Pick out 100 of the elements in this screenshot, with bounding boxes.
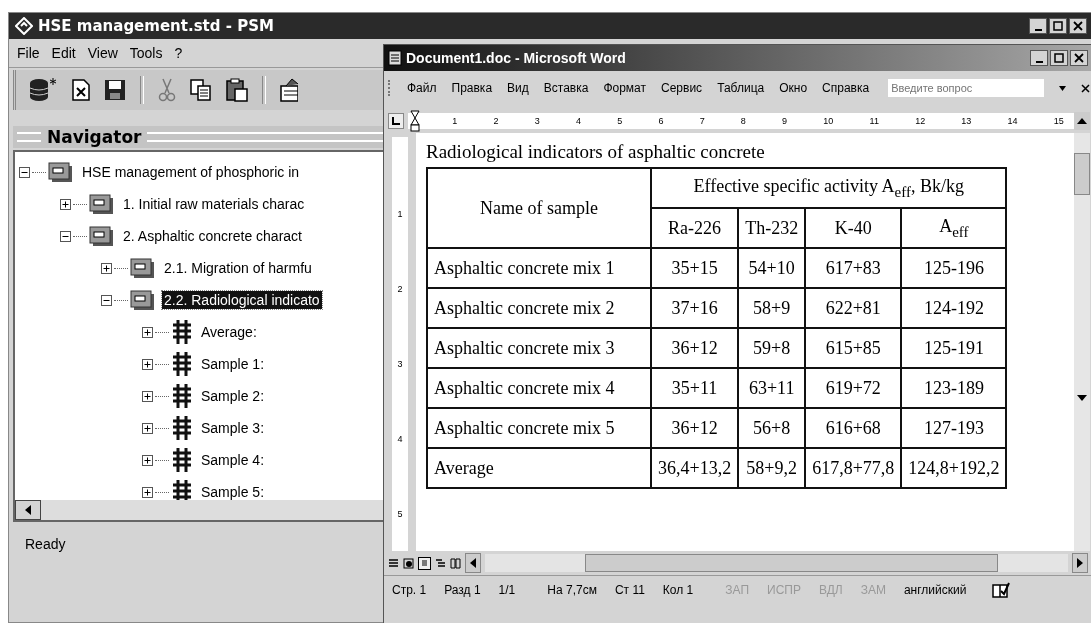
paste-icon[interactable]: [226, 78, 248, 102]
tree-item[interactable]: Sample 3:: [199, 419, 267, 437]
dropdown-arrow-icon[interactable]: [1059, 85, 1067, 91]
close-button[interactable]: [1070, 50, 1088, 66]
book-icon[interactable]: [450, 557, 461, 569]
menu-item[interactable]: Справка: [822, 81, 870, 95]
properties-icon[interactable]: [280, 78, 298, 102]
normal-view-icon[interactable]: [388, 557, 399, 569]
ruler-number: 8: [739, 116, 747, 126]
tree-item[interactable]: HSE management of phosphoric in: [80, 163, 302, 181]
maximize-button[interactable]: [1049, 18, 1067, 34]
scroll-right-button[interactable]: [1072, 553, 1088, 573]
tree-item[interactable]: Sample 1:: [199, 355, 267, 373]
expand-toggle[interactable]: [142, 358, 153, 370]
tree-item[interactable]: Sample 2:: [199, 387, 267, 405]
ruler-number: 4: [574, 116, 582, 126]
expand-toggle[interactable]: [60, 198, 71, 210]
tree-item[interactable]: 1. Initial raw materials charac: [121, 195, 307, 213]
expand-toggle[interactable]: [142, 422, 153, 434]
scroll-left-button[interactable]: [465, 553, 481, 573]
table-cell: 622+81: [805, 288, 902, 328]
ruler-number: 14: [1006, 116, 1019, 126]
tree-item[interactable]: Sample 5:: [199, 483, 267, 501]
maximize-button[interactable]: [1050, 50, 1068, 66]
menu-item[interactable]: Сервис: [661, 81, 703, 95]
outline-view-icon[interactable]: [435, 557, 446, 569]
ruler-number: 13: [960, 116, 973, 126]
collapse-toggle[interactable]: [19, 166, 30, 178]
folder-icon: [89, 192, 115, 216]
help-search-field[interactable]: Введите вопрос: [888, 79, 1045, 97]
panel-title: Navigator: [47, 127, 142, 147]
status-item: 1/1: [498, 583, 516, 597]
table-cell: 36+12: [651, 408, 739, 448]
table-cell: Asphaltic concrete mix 3: [427, 328, 651, 368]
tree-item[interactable]: 2.1. Migration of harmfu: [162, 259, 314, 277]
grid-icon: [171, 351, 193, 377]
expand-toggle[interactable]: [142, 486, 153, 498]
ruler-number: 11: [868, 116, 880, 126]
database-icon[interactable]: [28, 77, 58, 103]
expand-toggle[interactable]: [142, 390, 153, 402]
tree-item[interactable]: 2. Asphaltic concrete charact: [121, 227, 304, 245]
ruler-number: 1: [397, 209, 403, 220]
spelling-book-icon[interactable]: [992, 582, 1011, 598]
scroll-up-button[interactable]: [1074, 112, 1090, 130]
collapse-toggle[interactable]: [101, 294, 112, 306]
table-cell: 58+9: [738, 288, 806, 328]
tab-selector[interactable]: [388, 113, 404, 129]
menu-item[interactable]: Правка: [451, 81, 493, 95]
minimize-button[interactable]: [1029, 18, 1047, 34]
minimize-icon: [1035, 60, 1043, 63]
tree-item[interactable]: Average:: [199, 323, 259, 341]
collapse-toggle[interactable]: [60, 230, 71, 242]
close-icon[interactable]: [1081, 83, 1091, 93]
close-document-icon[interactable]: [72, 79, 90, 101]
table-cell: 617+83: [805, 248, 902, 288]
menu-item[interactable]: View: [87, 45, 118, 61]
menu-item[interactable]: Tools: [129, 45, 163, 61]
tree-item[interactable]: Sample 4:: [199, 451, 267, 469]
menu-item[interactable]: ?: [174, 45, 183, 61]
scroll-left-button[interactable]: [15, 500, 41, 520]
status-text: Ready: [25, 536, 66, 552]
horizontal-scrollbar[interactable]: [485, 554, 1068, 572]
minimize-button[interactable]: [1030, 50, 1048, 66]
menu-item[interactable]: Вставка: [543, 81, 589, 95]
web-view-icon[interactable]: [403, 557, 414, 569]
status-item: ЗАМ: [860, 583, 886, 597]
scissors-icon[interactable]: [158, 78, 176, 102]
table-cell: 615+85: [805, 328, 902, 368]
expand-toggle[interactable]: [101, 262, 112, 274]
table-header: Th-232: [738, 208, 806, 248]
window-title: HSE management.std - PSM: [38, 17, 274, 35]
expand-toggle[interactable]: [142, 454, 153, 466]
copy-icon[interactable]: [190, 79, 212, 101]
status-item: ИСПР: [767, 583, 801, 597]
table-header: Effective specific activity A$_{eff}$, Bk/kg: [651, 168, 1007, 208]
indent-marker-icon[interactable]: [410, 110, 420, 132]
scroll-thumb[interactable]: [585, 554, 998, 572]
menu-item[interactable]: Таблица: [717, 81, 765, 95]
ruler-number: 15: [1052, 116, 1065, 126]
down-arrow-icon: [1077, 395, 1087, 401]
vertical-scrollbar[interactable]: [1074, 133, 1090, 551]
scroll-down-button[interactable]: [1074, 395, 1090, 401]
table-cell: 125-191: [901, 328, 1007, 368]
folder-icon: [48, 160, 74, 184]
expand-toggle[interactable]: [142, 326, 153, 338]
right-arrow-icon: [1077, 558, 1083, 568]
scroll-thumb[interactable]: [1074, 153, 1090, 195]
save-icon[interactable]: [104, 79, 126, 101]
table-cell: 59+8: [738, 328, 806, 368]
menu-item[interactable]: Окно: [779, 81, 808, 95]
menu-item[interactable]: Edit: [51, 45, 76, 61]
close-button[interactable]: [1069, 18, 1087, 34]
menu-item[interactable]: Вид: [507, 81, 529, 95]
print-view-icon[interactable]: [418, 556, 431, 570]
status-item: На 7,7см: [547, 583, 597, 597]
menu-item[interactable]: Формат: [603, 81, 647, 95]
horizontal-scrollbar[interactable]: [13, 500, 385, 522]
tree-item[interactable]: 2.2. Radiological indicato: [162, 291, 322, 309]
menu-item[interactable]: Файл: [407, 81, 437, 95]
menu-item[interactable]: File: [17, 45, 40, 61]
